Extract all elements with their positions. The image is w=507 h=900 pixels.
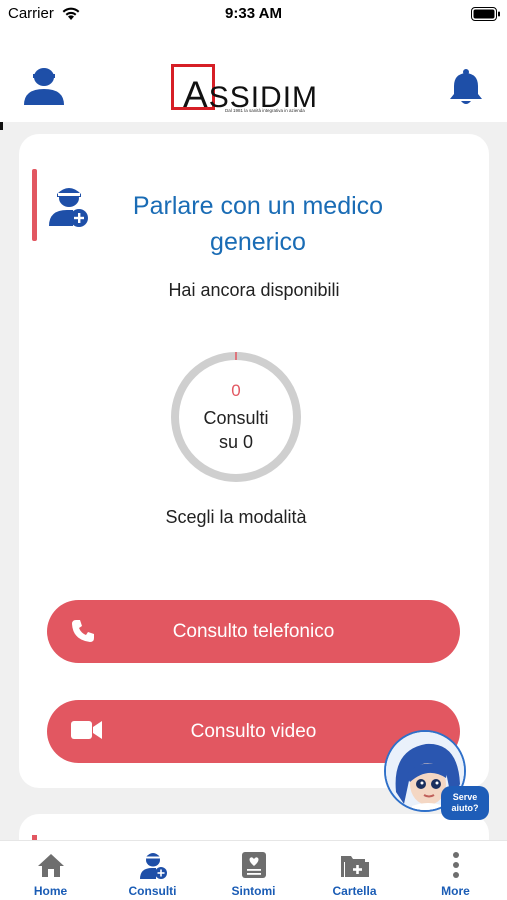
consults-label-block: Consulti su 0	[19, 406, 453, 454]
app-header: ASSIDIM Dal 1981 la sanità integrativa i…	[0, 30, 507, 122]
scroll-marker	[0, 122, 3, 130]
tab-bar: Home Consulti Sintomi Cartella More	[0, 840, 507, 900]
bell-icon[interactable]	[448, 68, 484, 113]
phone-consult-button[interactable]: Consulto telefonico	[47, 600, 460, 663]
phone-consult-label: Consulto telefonico	[172, 620, 335, 642]
tab-consulti-label: Consulti	[128, 884, 177, 898]
tab-consulti[interactable]: Consulti	[102, 841, 203, 900]
consults-label: Consulti	[203, 408, 269, 428]
status-bar: Carrier 9:33 AM	[0, 0, 507, 30]
card-title: Parlare con un medico generico	[132, 192, 384, 256]
video-consult-label: Consulto video	[190, 720, 317, 742]
help-badge-line2: aiuto?	[451, 803, 479, 813]
tab-cartella[interactable]: Cartella	[304, 841, 405, 900]
card-accent	[32, 169, 37, 241]
logo-initial: A	[183, 74, 209, 115]
tab-sintomi[interactable]: Sintomi	[203, 841, 304, 900]
logo-tagline: Dal 1981 la sanità integrativa in aziend…	[225, 108, 305, 113]
help-badge: Serve aiuto?	[441, 786, 489, 820]
battery-icon	[471, 7, 501, 26]
video-camera-icon	[71, 719, 103, 747]
tab-home[interactable]: Home	[0, 841, 101, 900]
phone-icon	[71, 619, 95, 649]
status-time: 9:33 AM	[225, 5, 282, 22]
mode-label: Scegli la modalità	[165, 507, 307, 527]
consults-count: 0	[231, 381, 241, 400]
tab-cartella-label: Cartella	[332, 884, 377, 898]
available-label: Hai ancora disponibili	[168, 280, 340, 300]
tab-home-label: Home	[33, 884, 68, 898]
cartella-icon	[341, 856, 369, 877]
tab-more[interactable]: More	[405, 841, 506, 900]
consulti-icon	[140, 853, 167, 879]
home-icon	[38, 854, 64, 877]
sintomi-icon	[242, 852, 266, 878]
consults-total: su 0	[218, 432, 254, 452]
help-assistant-button[interactable]: Serve aiuto?	[383, 729, 493, 824]
tab-sintomi-label: Sintomi	[231, 884, 276, 898]
profile-icon[interactable]	[22, 67, 66, 112]
help-badge-line1: Serve	[452, 792, 478, 802]
tab-more-label: More	[441, 884, 470, 898]
doctor-consult-card: Parlare con un medico generico Hai ancor…	[19, 134, 489, 788]
assidim-logo: ASSIDIM Dal 1981 la sanità integrativa i…	[171, 64, 327, 115]
more-icon	[453, 852, 459, 878]
